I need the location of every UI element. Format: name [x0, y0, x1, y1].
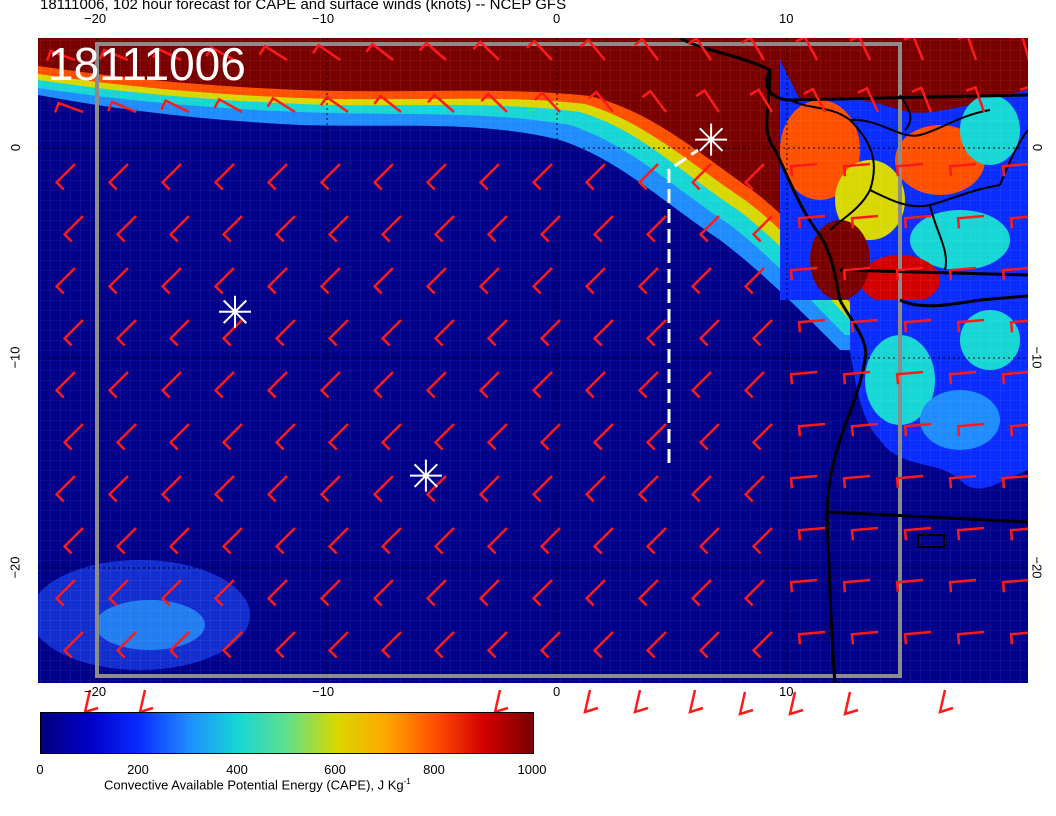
star-marker-3 — [695, 123, 728, 156]
colorbar-tick-5: 1000 — [517, 762, 547, 777]
colorbar-title: Convective Available Potential Energy (C… — [104, 777, 411, 792]
wind-barbs-outside — [83, 689, 954, 716]
wind-barb — [688, 689, 704, 714]
star-marker-1 — [219, 295, 251, 328]
colorbar-tick-4: 800 — [423, 762, 445, 777]
wind-barb — [138, 689, 154, 714]
wind-barb — [843, 691, 859, 716]
wind-barb — [738, 691, 754, 716]
colorbar-tick-0: 0 — [36, 762, 44, 777]
top-tick-2: 0 — [553, 11, 561, 26]
left-tick-1: −10 — [7, 346, 23, 369]
wind-barb — [493, 689, 509, 714]
wind-barb — [633, 689, 649, 714]
colorbar-tick-2: 400 — [226, 762, 248, 777]
star-marker-2 — [409, 459, 442, 492]
colorbar-tick-1: 200 — [127, 762, 149, 777]
wind-barb — [583, 689, 599, 714]
cape-field — [38, 38, 1028, 683]
top-tick-0: −20 — [84, 11, 107, 26]
forecast-figure: 18111006, 102 hour forecast for CAPE and… — [0, 0, 1056, 816]
top-tick-1: −10 — [312, 11, 335, 26]
left-tick-0: 0 — [8, 143, 24, 152]
wind-barb — [938, 689, 954, 714]
bottom-tick-0: −20 — [84, 684, 107, 699]
run-label: 18111006 — [48, 38, 246, 90]
colorbar-title-text: Convective Available Potential Energy (C… — [104, 777, 404, 793]
right-tick-1: −10 — [1029, 346, 1045, 369]
right-tick-2: −20 — [1029, 556, 1045, 579]
cape-map: 18111006 — [38, 38, 1028, 716]
bottom-tick-3: 10 — [779, 684, 794, 699]
left-tick-2: −20 — [7, 556, 23, 579]
bottom-tick-1: −10 — [312, 684, 335, 699]
right-tick-0: 0 — [1030, 143, 1046, 152]
top-tick-3: 10 — [779, 11, 794, 26]
bottom-tick-2: 0 — [553, 684, 561, 699]
colorbar-tick-3: 600 — [324, 762, 346, 777]
colorbar-title-unit-exponent: -1 — [403, 777, 411, 786]
cape-colorbar — [40, 712, 534, 754]
